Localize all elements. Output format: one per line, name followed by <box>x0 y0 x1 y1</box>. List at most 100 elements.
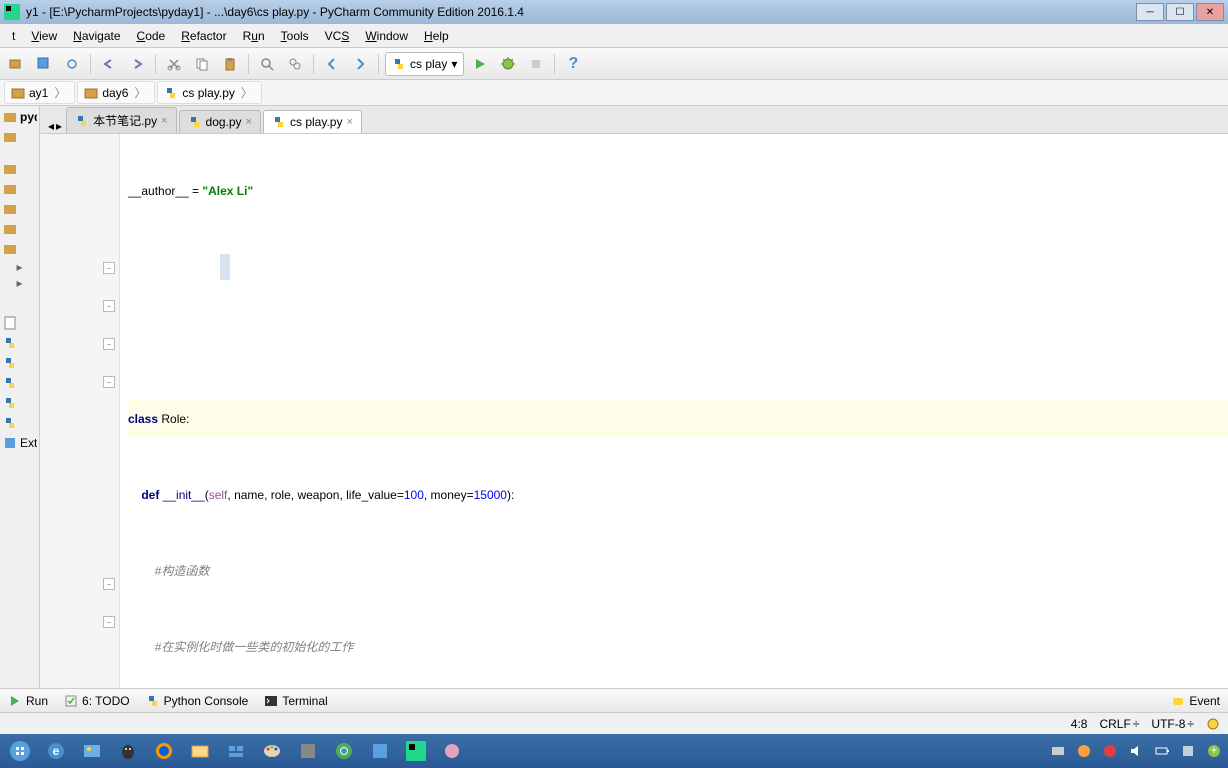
app-icon[interactable] <box>364 737 396 765</box>
expand-arrow[interactable]: ▸ <box>10 276 30 290</box>
line-separator[interactable]: CRLF ÷ <box>1099 717 1139 731</box>
close-button[interactable]: ✕ <box>1196 3 1224 21</box>
run-config-selector[interactable]: cs play ▾ <box>385 52 464 76</box>
py-file-item[interactable] <box>2 334 37 352</box>
chrome-icon[interactable] <box>328 737 360 765</box>
app-icon <box>4 4 20 20</box>
fold-marker[interactable]: − <box>103 300 115 312</box>
breadcrumb-item[interactable]: cs play.py 〉 <box>157 81 261 104</box>
back-button[interactable] <box>320 52 344 76</box>
tray-icon[interactable] <box>1074 741 1094 761</box>
sync-button[interactable] <box>60 52 84 76</box>
folder-item[interactable] <box>2 200 37 218</box>
terminal-tab[interactable]: Terminal <box>264 694 327 708</box>
app-icon[interactable] <box>436 737 468 765</box>
fold-marker[interactable]: − <box>103 376 115 388</box>
folder-item[interactable] <box>2 160 37 178</box>
todo-panel-tab[interactable]: 6: TODO <box>64 694 130 708</box>
paste-button[interactable] <box>218 52 242 76</box>
action-center-icon[interactable]: + <box>1204 741 1224 761</box>
battery-icon[interactable] <box>1152 741 1172 761</box>
copy-button[interactable] <box>190 52 214 76</box>
pycharm-taskbar-icon[interactable] <box>400 737 432 765</box>
paint-icon[interactable] <box>256 737 288 765</box>
breadcrumb-item[interactable]: ay1 〉 <box>4 81 75 104</box>
find-button[interactable] <box>255 52 279 76</box>
fold-marker[interactable]: − <box>103 262 115 274</box>
volume-icon[interactable] <box>1126 741 1146 761</box>
expand-arrow[interactable]: ▸ <box>10 260 30 274</box>
fold-marker[interactable]: − <box>103 616 115 628</box>
ie-icon[interactable]: e <box>40 737 72 765</box>
tray-icon[interactable] <box>1048 741 1068 761</box>
save-all-button[interactable] <box>32 52 56 76</box>
close-tab-icon[interactable]: × <box>246 116 252 128</box>
tray-icon[interactable] <box>1178 741 1198 761</box>
editor-tab[interactable]: 本节笔记.py × <box>66 107 176 133</box>
editor-tab[interactable]: dog.py × <box>179 110 261 133</box>
close-tab-icon[interactable]: × <box>161 115 167 127</box>
menu-code[interactable]: Code <box>129 27 174 45</box>
folder-item[interactable] <box>2 180 37 198</box>
menu-help[interactable]: Help <box>416 27 457 45</box>
cursor-position[interactable]: 4:8 <box>1071 717 1088 731</box>
run-button[interactable] <box>468 52 492 76</box>
system-tray: + <box>1048 741 1224 761</box>
help-button[interactable]: ? <box>561 52 585 76</box>
menu-t[interactable]: t <box>4 27 23 45</box>
fold-marker[interactable]: − <box>103 338 115 350</box>
menu-refactor[interactable]: Refactor <box>173 27 234 45</box>
separator <box>248 54 249 74</box>
inspection-icon[interactable] <box>1206 717 1220 731</box>
tray-icon[interactable] <box>1100 741 1120 761</box>
toolbar: cs play ▾ ? <box>0 48 1228 80</box>
code-content[interactable]: __author__ = "Alex Li" class Role: def _… <box>120 134 1228 688</box>
gutter[interactable]: − − − − − − <box>40 134 120 688</box>
external-libs[interactable]: Exte <box>2 434 37 452</box>
encoding[interactable]: UTF-8 ÷ <box>1151 717 1194 731</box>
cut-button[interactable] <box>162 52 186 76</box>
python-console-tab[interactable]: Python Console <box>146 694 249 708</box>
forward-button[interactable] <box>348 52 372 76</box>
editor-tab-active[interactable]: cs play.py × <box>263 110 362 133</box>
py-file-item[interactable] <box>2 374 37 392</box>
folder-item[interactable] <box>2 220 37 238</box>
open-button[interactable] <box>4 52 28 76</box>
menu-navigate[interactable]: Navigate <box>65 27 128 45</box>
tab-nav-left[interactable]: ◂ <box>48 119 54 133</box>
menu-view[interactable]: View <box>23 27 65 45</box>
fold-marker[interactable]: − <box>103 578 115 590</box>
maximize-button[interactable]: ☐ <box>1166 3 1194 21</box>
replace-button[interactable] <box>283 52 307 76</box>
stop-button[interactable] <box>524 52 548 76</box>
chevron-right-icon: 〉 <box>134 84 146 101</box>
file-item[interactable] <box>2 314 37 332</box>
breadcrumb-item[interactable]: day6 〉 <box>77 81 155 104</box>
code-editor[interactable]: − − − − − − __author__ = "Alex Li" class… <box>40 134 1228 688</box>
debug-button[interactable] <box>496 52 520 76</box>
taskview-icon[interactable] <box>220 737 252 765</box>
explorer-icon[interactable] <box>184 737 216 765</box>
firefox-icon[interactable] <box>148 737 180 765</box>
photos-icon[interactable] <box>76 737 108 765</box>
menu-vcs[interactable]: VCS <box>317 27 358 45</box>
app-icon[interactable] <box>292 737 324 765</box>
menu-window[interactable]: Window <box>357 27 416 45</box>
py-file-item[interactable] <box>2 354 37 372</box>
start-button[interactable] <box>4 737 36 765</box>
folder-item[interactable] <box>2 128 37 146</box>
redo-button[interactable] <box>125 52 149 76</box>
project-root[interactable]: pyd <box>2 108 37 126</box>
event-log-tab[interactable]: Event <box>1171 694 1220 708</box>
py-file-item[interactable] <box>2 394 37 412</box>
close-tab-icon[interactable]: × <box>346 116 352 128</box>
menu-run[interactable]: Run <box>235 27 273 45</box>
menu-tools[interactable]: Tools <box>273 27 317 45</box>
undo-button[interactable] <box>97 52 121 76</box>
folder-item[interactable] <box>2 240 37 258</box>
minimize-button[interactable]: ─ <box>1136 3 1164 21</box>
run-panel-tab[interactable]: Run <box>8 694 48 708</box>
qq-icon[interactable] <box>112 737 144 765</box>
py-file-item[interactable] <box>2 414 37 432</box>
tab-nav-right[interactable]: ▸ <box>56 119 62 133</box>
